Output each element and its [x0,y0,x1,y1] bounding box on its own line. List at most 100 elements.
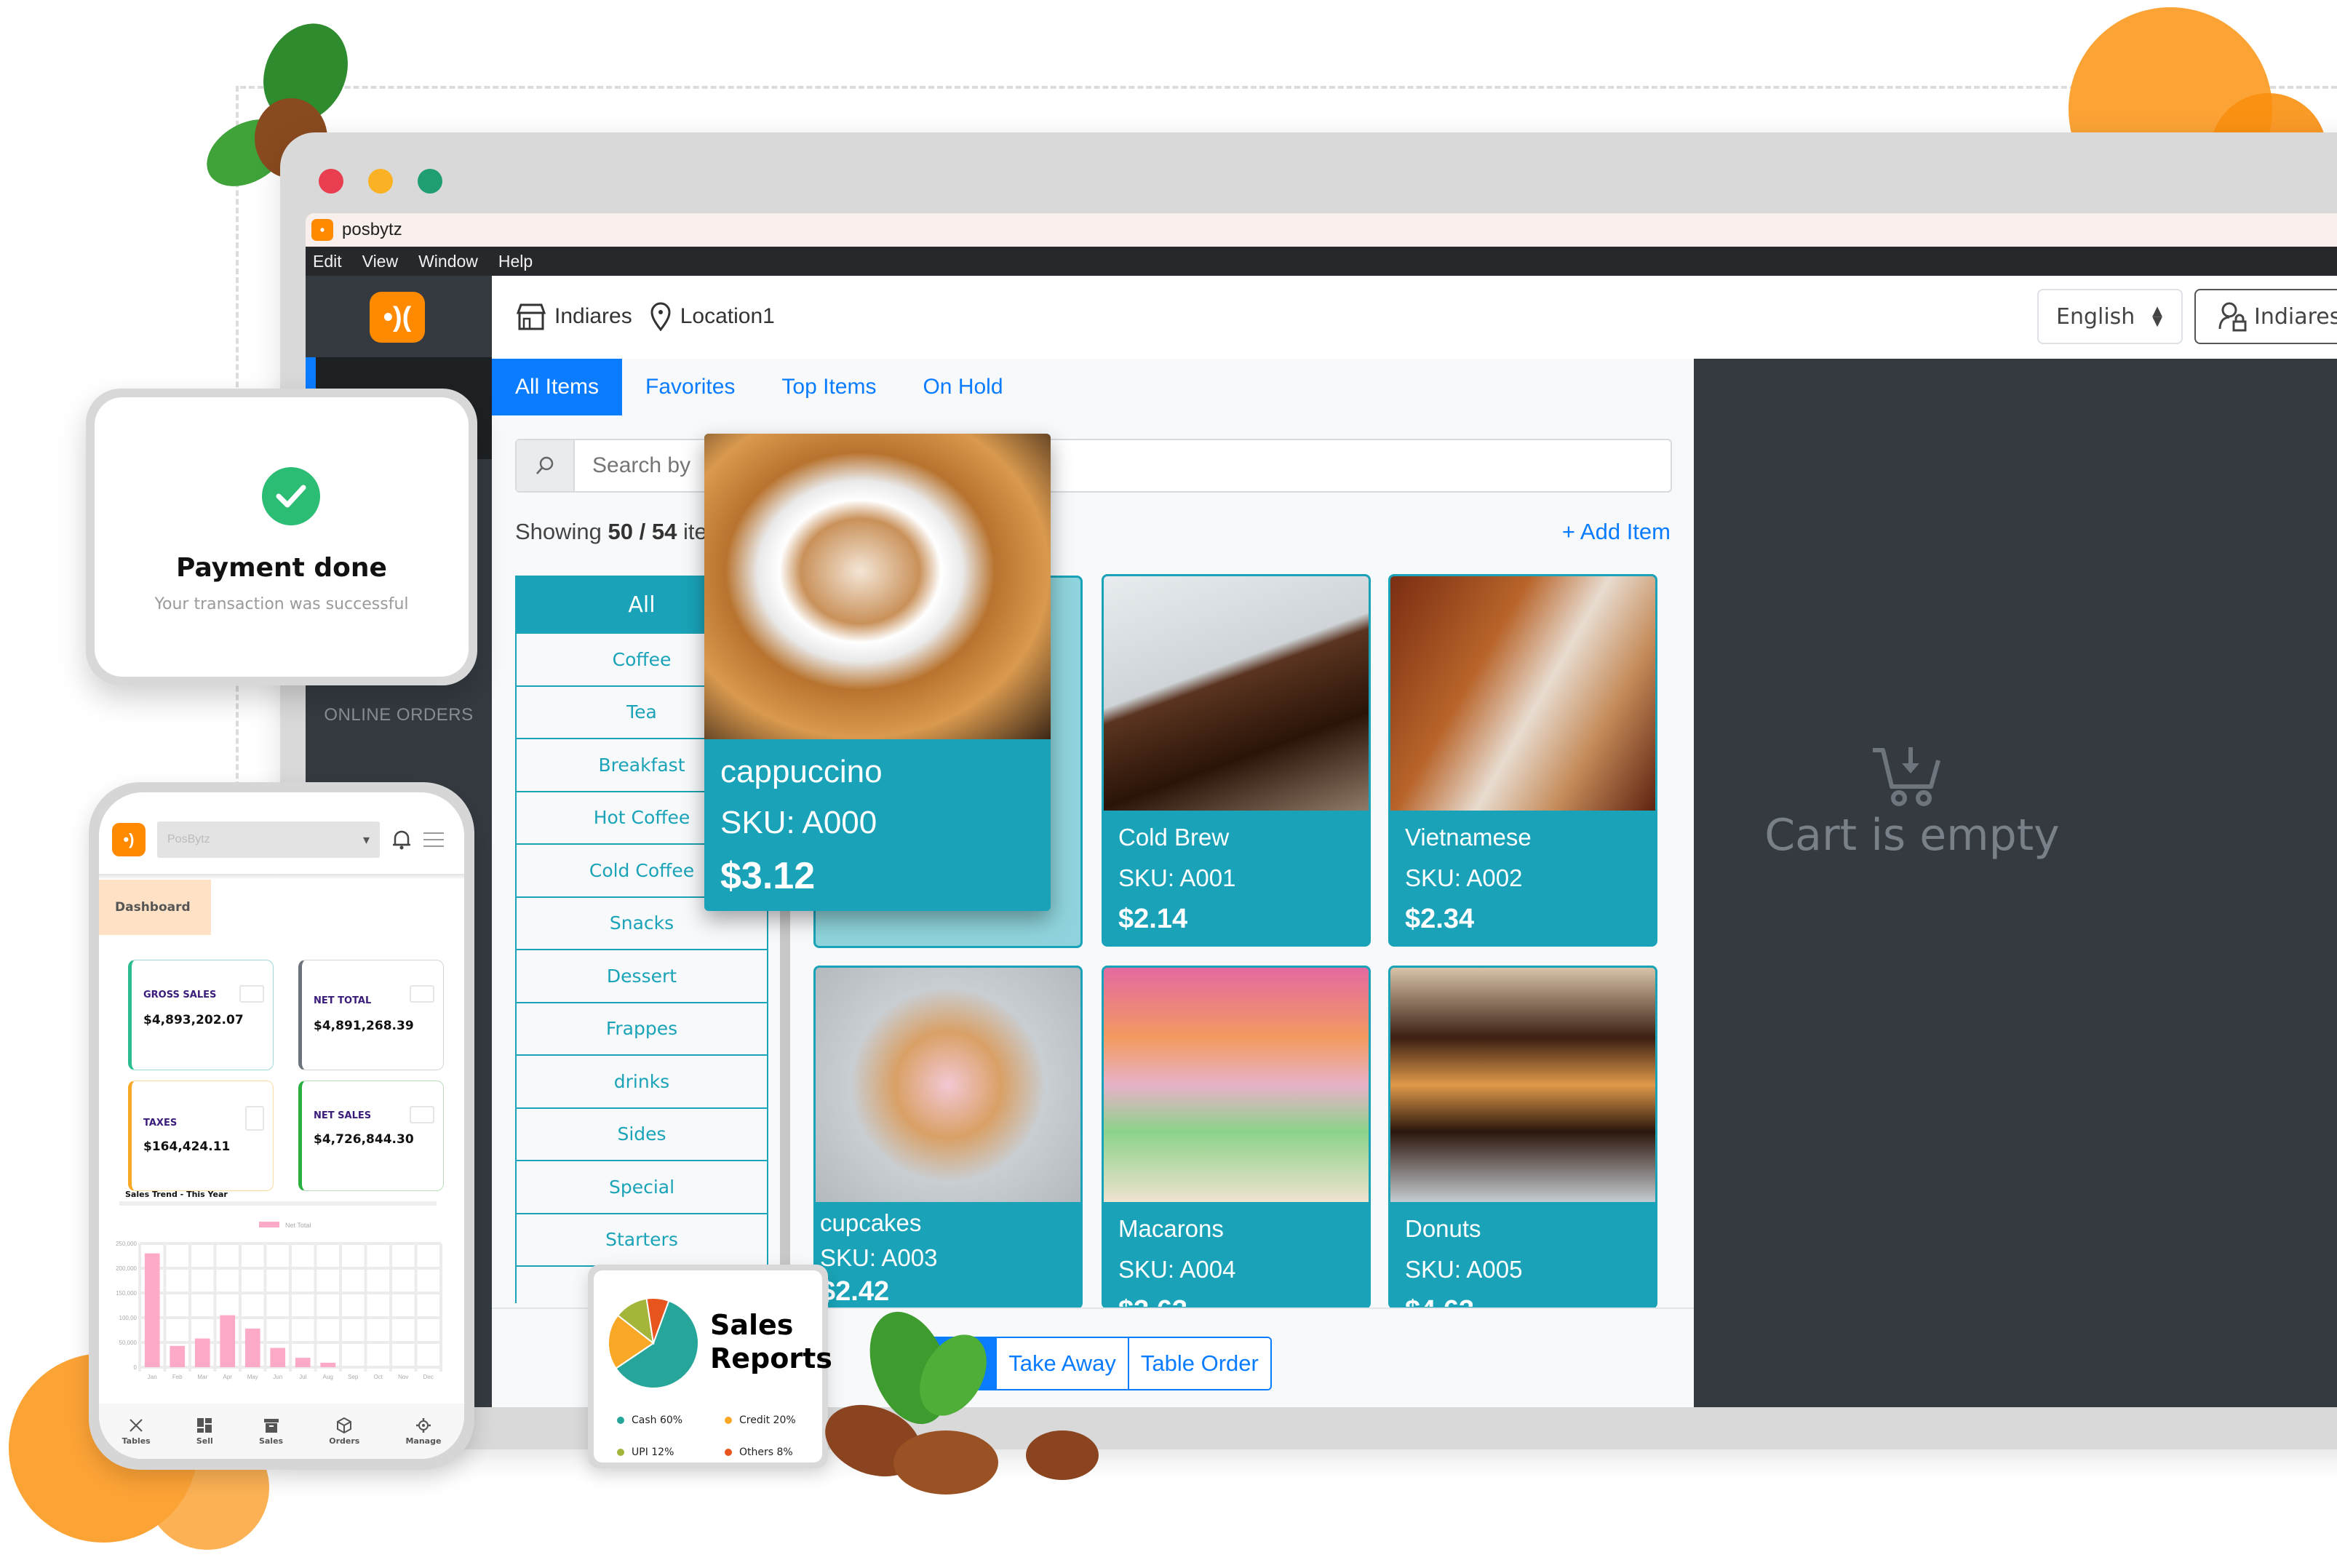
legend-label: Net Total [285,1222,311,1229]
sales-reports-body: Sales Reports Cash 60% Credit 20% UPI 12… [594,1270,832,1462]
bar-jun [270,1348,286,1367]
app-title: posbytz [342,220,402,239]
product-sku: SKU: A005 [1405,1256,1523,1283]
legend-swatch [259,1222,279,1227]
product-name: Vietnamese [1405,824,1532,851]
add-item-button[interactable]: + Add Item [1562,519,1671,545]
category-item[interactable]: Sides [517,1109,767,1161]
category-item[interactable]: Special [517,1161,767,1214]
cash-icon [410,1106,434,1123]
cart-icon [1873,747,1940,806]
store-select[interactable]: PosBytz [157,821,380,858]
product-card[interactable]: Cold Brew SKU: A001 $2.14 [1102,574,1371,947]
menu-edit[interactable]: Edit [313,252,342,271]
y-tick-label: 0 [134,1364,138,1371]
nav-label: Sell [196,1436,213,1446]
product-card[interactable]: Vietnamese SKU: A002 $2.34 [1388,574,1657,947]
payment-subtitle: Your transaction was successful [154,595,409,613]
x-tick-label: Jan [148,1374,157,1380]
nav-manage[interactable]: Manage [405,1417,441,1446]
product-sku: SKU: A003 [820,1244,938,1271]
x-tick-label: Jun [273,1374,282,1380]
legend-dot [617,1449,624,1456]
posbytz-logo[interactable]: •)( [370,292,425,343]
maximize-window-button[interactable] [418,169,442,194]
minimize-window-button[interactable] [368,169,393,194]
language-select[interactable]: English ▲ ▼ [2037,289,2183,344]
receipt-icon [245,1106,264,1131]
category-item[interactable]: Dessert [517,950,767,1003]
sales-reports-card: Sales Reports Cash 60% Credit 20% UPI 12… [588,1265,832,1468]
payment-success-card: Payment done Your transaction was succes… [86,389,477,685]
sales-reports-title: Sales Reports [710,1308,832,1375]
product-sku: SKU: A004 [1118,1256,1236,1283]
nav-sales[interactable]: Sales [259,1417,283,1446]
tab-all-items[interactable]: All Items [492,359,623,415]
tab-on-hold[interactable]: On Hold [899,359,1026,415]
close-window-button[interactable] [319,169,343,194]
y-tick-label: 200,000 [116,1265,137,1272]
kpi-card-taxes: TAXES $164,424.11 [128,1081,274,1191]
product-image-macarons [1104,968,1369,1202]
tab-favorites[interactable]: Favorites [622,359,758,415]
product-sku: SKU: A002 [1405,864,1523,891]
nav-sell[interactable]: Sell [196,1417,213,1446]
product-image-vietnamese [1390,576,1655,811]
category-item[interactable]: Starters [517,1214,767,1267]
location-name[interactable]: Location1 [680,304,775,329]
nav-orders[interactable]: Orders [329,1417,359,1446]
product-name: Macarons [1118,1215,1224,1242]
search-icon[interactable] [517,440,575,491]
menu-bar: Edit View Window Help [306,247,2337,276]
tab-top-items[interactable]: Top Items [758,359,899,415]
menu-view[interactable]: View [362,252,398,271]
divider [119,1201,437,1206]
product-card[interactable]: Donuts SKU: A005 $4.63 [1388,966,1657,1309]
product-card[interactable]: Macarons SKU: A004 $3.63 [1102,966,1371,1309]
menu-help[interactable]: Help [498,252,533,271]
payment-card-body: Payment done Your transaction was succes… [95,397,469,677]
showing-count: 50 / 54 [608,519,677,544]
user-lock-icon [2218,302,2247,332]
category-item[interactable]: Frappes [517,1003,767,1056]
nav-label: Manage [405,1436,442,1446]
sales-reports-pie [608,1297,699,1389]
bar-mar [194,1338,210,1367]
x-tick-label: Jul [299,1374,306,1380]
x-tick-label: May [247,1374,258,1380]
bell-icon[interactable] [391,829,412,851]
product-name: cupcakes [820,1209,922,1236]
product-name: Donuts [1405,1215,1481,1242]
bar-may [244,1328,260,1367]
product-price: $3.12 [720,855,816,897]
user-button[interactable]: Indiares [2194,289,2337,344]
menu-window[interactable]: Window [418,252,478,271]
product-sku: SKU: A001 [1118,864,1236,891]
x-tick-label: Nov [398,1374,408,1380]
sidebar-item-online-orders[interactable]: ONLINE ORDERS [306,705,492,725]
item-tabs: All Items Favorites Top Items On Hold [492,359,1027,415]
product-sku: SKU: A000 [720,805,877,840]
sales-reports-title-text: Sales Reports [710,1309,832,1374]
decorative-dashed-line [240,86,2337,89]
x-tick-label: Aug [323,1374,333,1380]
category-item[interactable]: drinks [517,1056,767,1109]
legend-item: Others 8% [725,1446,793,1458]
nav-tables[interactable]: Tables [122,1417,151,1446]
kpi-label: NET SALES [314,1110,372,1121]
hamburger-menu-icon[interactable] [423,831,444,848]
bar-jan [144,1253,160,1367]
sales-trend-chart: Net Total 0 50,000 100,00 150,000 200,000 250,… [116,1222,442,1380]
order-type-table-order[interactable]: Table Order [1128,1338,1270,1389]
legend-dot [617,1417,624,1424]
card-icon [239,985,264,1003]
product-card[interactable]: cupcakes SKU: A003 $2.42 [813,966,1083,1309]
product-card-featured[interactable]: cappuccino SKU: A000 $3.12 [704,434,1051,911]
y-tick-label: 150,000 [116,1290,137,1297]
cart-panel: Cart is empty [1694,359,2337,1407]
bar-jul [295,1358,311,1367]
dashboard-tab[interactable]: Dashboard [99,880,211,935]
products-pane: All Items Favorites Top Items On Hold Sh… [492,359,1694,1407]
kpi-label: NET TOTAL [314,995,372,1006]
store-name[interactable]: Indiares [554,304,632,329]
